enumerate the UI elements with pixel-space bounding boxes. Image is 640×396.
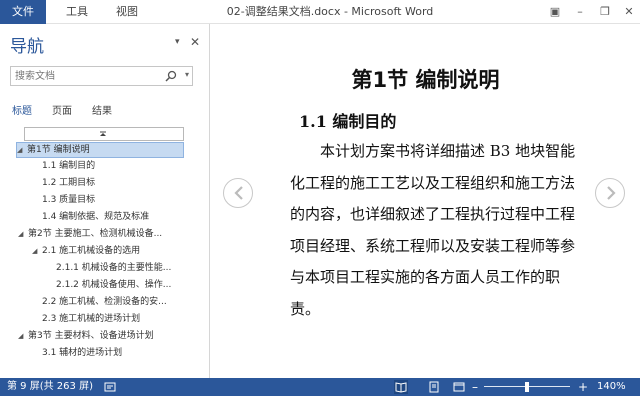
chevron-left-icon (234, 186, 243, 200)
tree-item-level1[interactable]: 1.2 工期目标 (42, 175, 202, 191)
document-heading-1: 第1节 编制说明 (351, 68, 500, 92)
zoom-level[interactable]: 140% (597, 378, 626, 396)
tree-item-level2[interactable]: 2.1.2 机械设备使用、操作... (56, 277, 206, 293)
tab-results[interactable]: 结果 (92, 102, 112, 117)
tree-item-level0[interactable]: ◢ 第1节 编制说明 (16, 142, 184, 158)
tree-item-label: 2.2 施工机械、检测设备的安... (42, 297, 167, 307)
nav-options-icon[interactable]: ▾ (175, 37, 180, 47)
search-box: ▾ (10, 66, 193, 86)
tree-item-level1[interactable]: 1.4 编制依据、规范及标准 (42, 209, 202, 225)
document-area: 第1节 编制说明 1.1 编制目的 本计划方案书将详细描述 B3 地块智能化工程… (211, 24, 640, 378)
tree-item-level0[interactable]: ◢ 第2节 主要施工、检测机械设备... (18, 226, 206, 242)
tree-item-label: 第1节 编制说明 (27, 145, 90, 155)
tree-item-label: 3.1 辅材的进场计划 (42, 348, 123, 358)
proofing-icon[interactable] (104, 381, 116, 393)
title-bar: 文件 工具 视图 02-调整结果文档.docx - Microsoft Word… (0, 0, 640, 24)
ribbon-display-icon[interactable]: ▣ (546, 3, 564, 21)
file-menu-button[interactable]: 文件 (0, 0, 46, 24)
view-menu[interactable]: 视图 (116, 0, 138, 24)
expand-caret-icon[interactable]: ◢ (18, 328, 28, 344)
collapse-up-icon (100, 131, 106, 136)
tree-item-level1[interactable]: 2.2 施工机械、检测设备的安... (42, 294, 206, 310)
tree-item-level1[interactable]: 1.3 质量目标 (42, 192, 202, 208)
expand-caret-icon[interactable]: ◢ (17, 143, 27, 157)
tab-pages[interactable]: 页面 (52, 102, 72, 117)
tree-item-label: 1.3 质量目标 (42, 195, 96, 205)
web-layout-icon[interactable] (452, 380, 466, 394)
status-bar: 第 9 屏(共 263 屏) – + 140% (0, 378, 640, 396)
previous-screen-button[interactable] (223, 178, 253, 208)
collapse-all-bar[interactable] (24, 127, 184, 141)
tree-item-label: 2.1.1 机械设备的主要性能... (56, 263, 172, 273)
expand-caret-icon[interactable]: ◢ (18, 226, 28, 242)
read-mode-icon[interactable] (394, 380, 408, 394)
tree-item-label: 2.1 施工机械设备的选用 (42, 246, 141, 256)
tree-item-level1[interactable]: 3.1 辅材的进场计划 (42, 345, 206, 361)
tools-menu[interactable]: 工具 (66, 0, 88, 24)
minimize-icon[interactable]: – (571, 3, 589, 21)
tree-item-label: 2.3 施工机械的进场计划 (42, 314, 141, 324)
tree-item-level2[interactable]: 2.1.1 机械设备的主要性能... (56, 260, 206, 276)
zoom-in-button[interactable]: + (578, 378, 588, 396)
search-options-icon[interactable]: ▾ (185, 70, 189, 79)
tree-item-label: 1.2 工期目标 (42, 178, 96, 188)
tree-item-label: 1.1 编制目的 (42, 161, 96, 171)
search-input[interactable] (15, 68, 165, 84)
body-paragraph: 本计划方案书将详细描述 B3 地块智能化工程的施工工艺以及工程组织和施工方法的内… (290, 142, 576, 318)
document-body: 本计划方案书将详细描述 B3 地块智能化工程的施工工艺以及工程组织和施工方法的内… (290, 136, 582, 325)
document-heading-2: 1.1 编制目的 (299, 112, 397, 131)
tree-item-label: 1.4 编制依据、规范及标准 (42, 212, 150, 222)
tree-item-level1[interactable]: 2.3 施工机械的进场计划 (42, 311, 206, 327)
navigation-pane: 导航 ▾ ✕ ▾ 标题 页面 结果 ◢第1节 编制说明 1.1 编制目的 1.2… (0, 24, 210, 378)
tree-item-label: 2.1.2 机械设备使用、操作... (56, 280, 172, 290)
tab-headings[interactable]: 标题 (12, 102, 32, 117)
zoom-slider-thumb[interactable] (525, 382, 529, 392)
page-indicator[interactable]: 第 9 屏(共 263 屏) (7, 378, 93, 396)
tree-item-level0[interactable]: ◢ 第3节 主要材料、设备进场计划 (18, 328, 206, 344)
close-window-icon[interactable]: ✕ (620, 3, 638, 21)
search-icon[interactable] (164, 69, 178, 83)
restore-icon[interactable]: ❐ (596, 3, 614, 21)
tree-item-level1[interactable]: 1.1 编制目的 (42, 158, 202, 174)
tree-item-label: 第3节 主要材料、设备进场计划 (28, 331, 154, 341)
expand-caret-icon[interactable]: ◢ (32, 243, 42, 259)
zoom-out-button[interactable]: – (472, 378, 478, 396)
chevron-right-icon (607, 186, 616, 200)
nav-close-icon[interactable]: ✕ (190, 35, 200, 49)
tree-item-label: 第2节 主要施工、检测机械设备... (28, 229, 163, 239)
next-screen-button[interactable] (595, 178, 625, 208)
document-title: 02-调整结果文档.docx - Microsoft Word (226, 5, 434, 18)
nav-pane-title: 导航 (10, 37, 44, 57)
tree-item-level1[interactable]: ◢ 2.1 施工机械设备的选用 (32, 243, 206, 259)
print-layout-icon[interactable] (427, 380, 441, 394)
